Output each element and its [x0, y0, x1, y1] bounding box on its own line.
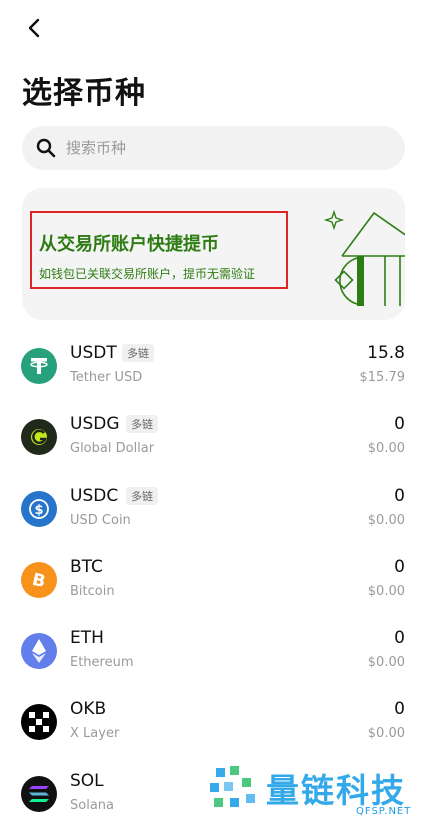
search-bar[interactable]: [22, 126, 405, 170]
coin-name: Tether USD: [70, 370, 143, 385]
coin-symbol: ETH: [70, 628, 104, 649]
coin-symbol: BTC: [70, 556, 103, 577]
svg-text:$: $: [34, 503, 43, 518]
search-input[interactable]: [64, 138, 368, 158]
okb-icon: [21, 704, 57, 741]
coin-amount: 0: [394, 414, 405, 435]
multichain-badge: 多链: [122, 344, 154, 362]
coin-row-usdt[interactable]: USDT 多链 Tether USD 15.8 $15.79: [0, 331, 429, 402]
tether-icon: [21, 348, 57, 384]
back-button[interactable]: [18, 14, 50, 42]
coin-name: X Layer: [70, 726, 120, 742]
coin-row-usdc[interactable]: $ USDC 多链 USD Coin 0 $0.00: [0, 474, 429, 545]
coin-value: $15.79: [359, 370, 406, 385]
coin-name: Bitcoin: [70, 583, 115, 599]
banner-subtitle: 如钱包已关联交易所账户，提币无需验证: [39, 267, 256, 281]
multichain-badge: 多链: [126, 415, 158, 434]
coin-amount: 0: [394, 699, 405, 720]
coin-value: $0.00: [367, 583, 405, 599]
coin-amount: 15.8: [367, 343, 405, 363]
global-dollar-icon: [21, 419, 57, 456]
multichain-badge: 多链: [126, 486, 158, 505]
coin-name: Global Dollar: [70, 441, 155, 457]
coin-list: USDT 多链 Tether USD 15.8 $15.79 USDG 多链 G…: [0, 331, 429, 830]
coin-row-btc[interactable]: B BTC Bitcoin 0 $0.00: [0, 545, 429, 616]
coin-amount: 0: [394, 556, 405, 577]
coin-symbol: USDG: [70, 414, 120, 435]
coin-amount: 0: [394, 628, 405, 649]
coin-value: $0.00: [367, 441, 405, 457]
banner-title: 从交易所账户快捷提币: [39, 234, 219, 255]
coin-name: Solana: [70, 797, 114, 813]
exchange-building-icon: [323, 209, 405, 306]
coin-value: $0.00: [367, 655, 405, 671]
coin-symbol: SOL: [70, 770, 104, 791]
usd-coin-icon: $: [21, 490, 57, 527]
coin-row-usdg[interactable]: USDG 多链 Global Dollar 0 $0.00: [0, 402, 429, 473]
coin-amount: 0: [394, 485, 405, 506]
svg-text:B: B: [30, 570, 47, 592]
ethereum-icon: [21, 633, 57, 670]
coin-value: $0.00: [367, 726, 405, 742]
coin-symbol: USDT: [70, 343, 117, 363]
coin-row-eth[interactable]: ETH Ethereum 0 $0.00: [0, 616, 429, 687]
coin-symbol: OKB: [70, 699, 107, 720]
page-title: 选择币种: [22, 76, 146, 111]
coin-row-okb[interactable]: OKB X Layer 0 $0.00: [0, 687, 429, 758]
bitcoin-icon: B: [21, 561, 57, 598]
exchange-withdraw-banner[interactable]: 从交易所账户快捷提币 如钱包已关联交易所账户，提币无需验证: [22, 188, 405, 320]
coin-name: USD Coin: [70, 512, 131, 528]
solana-icon: [21, 775, 57, 812]
coin-row-sol[interactable]: SOL Solana: [0, 759, 429, 830]
chevron-left-icon: [28, 18, 40, 38]
coin-name: Ethereum: [70, 655, 134, 671]
coin-symbol: USDC: [70, 485, 119, 506]
search-icon: [36, 138, 56, 158]
coin-value: $0.00: [367, 512, 405, 528]
